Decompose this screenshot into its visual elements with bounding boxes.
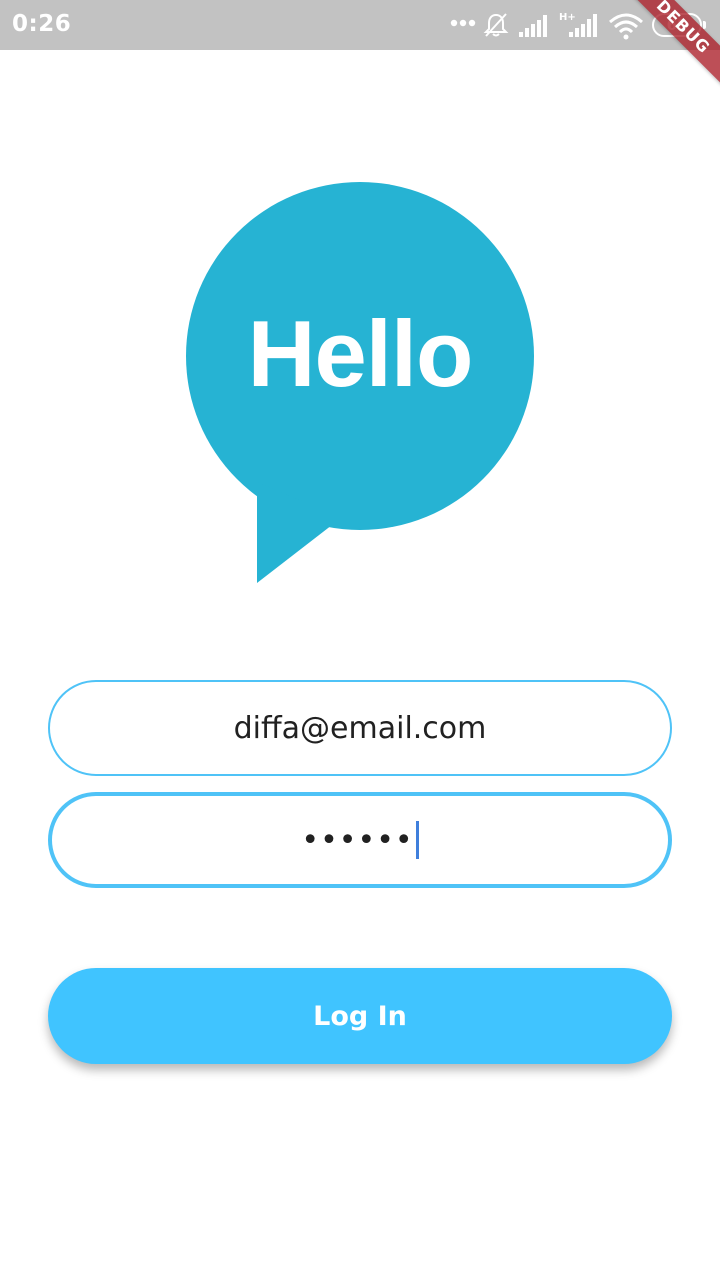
password-field[interactable]: •••••• [48,792,672,888]
signal-icon [519,15,547,37]
login-button[interactable]: Log In [48,968,672,1064]
hello-logo: Hello [184,182,536,586]
password-value: •••••• [301,822,414,858]
svg-text:H+: H+ [559,12,576,23]
signal-hplus-icon: H+ [559,12,597,37]
more-dots-icon [450,19,476,27]
email-field[interactable]: diffa@email.com [48,680,672,776]
text-cursor [415,821,419,859]
email-value: diffa@email.com [233,710,487,746]
login-screen: 0:26 H+ DEBUG Hello diffa@email.com ••••… [0,0,720,1280]
bell-muted-icon [483,13,509,37]
status-bar: 0:26 H+ [0,0,720,50]
logo-text: Hello [247,301,474,406]
status-time: 0:26 [12,11,72,37]
wifi-icon [609,13,643,40]
